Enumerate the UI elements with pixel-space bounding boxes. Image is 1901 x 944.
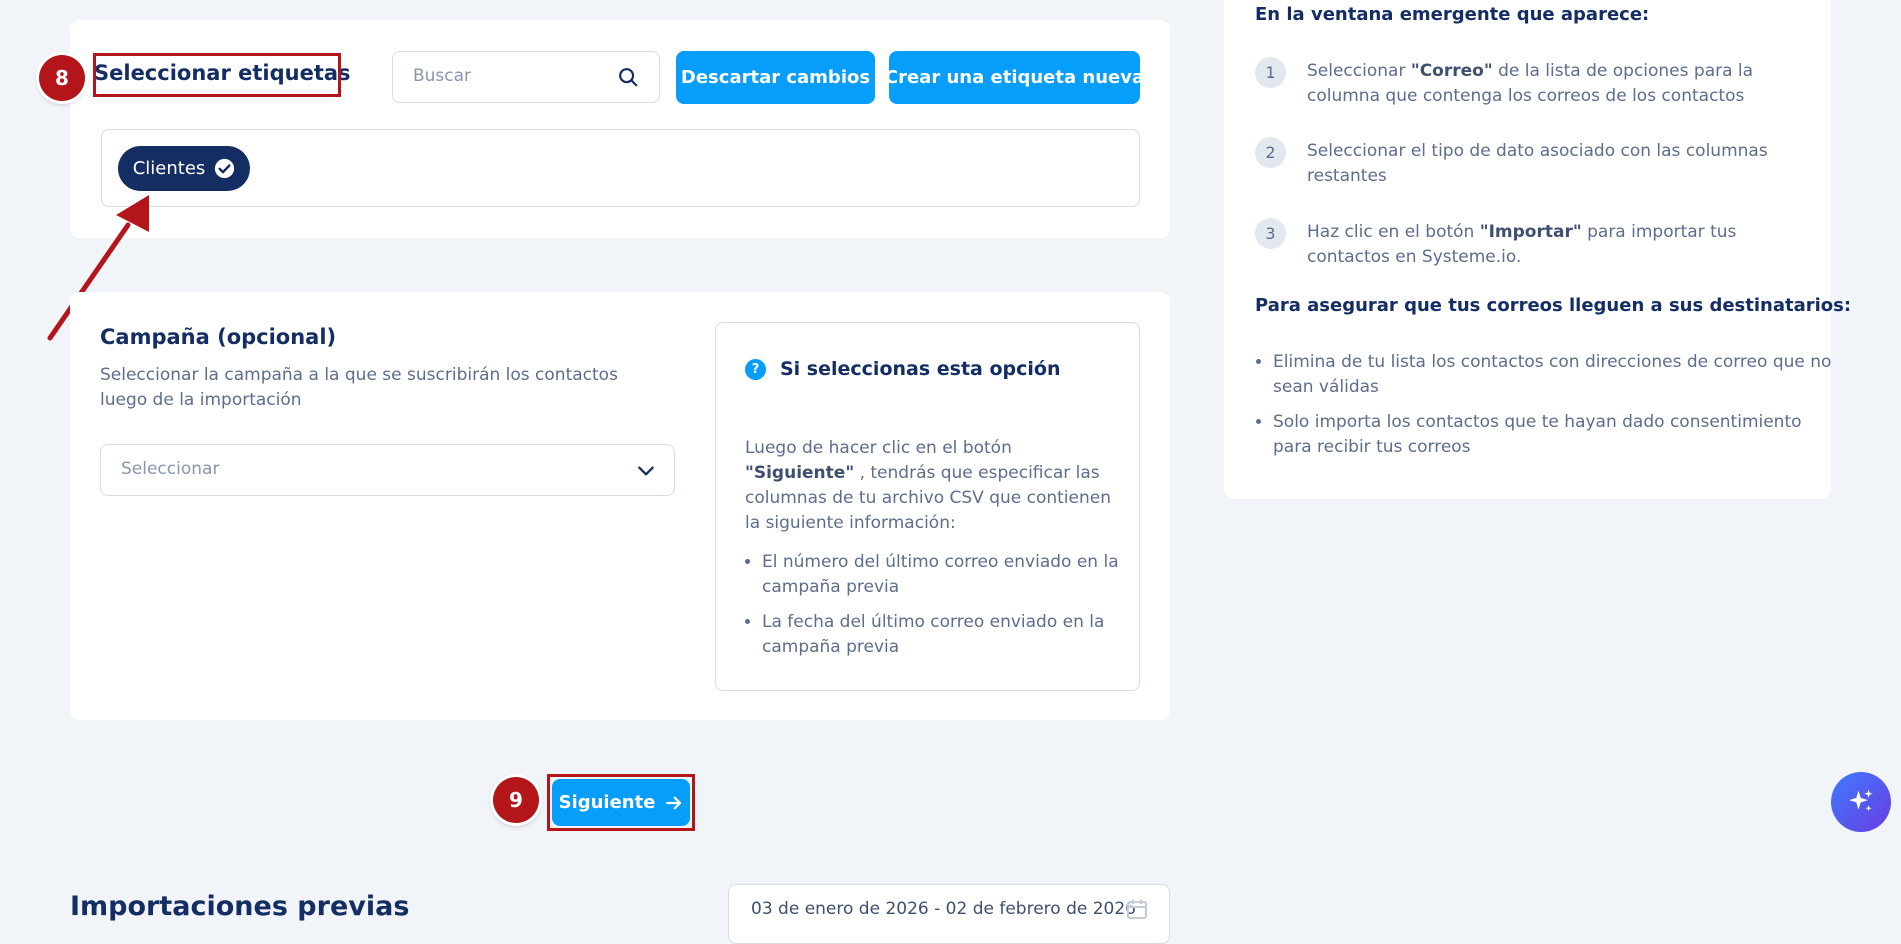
campaign-select[interactable]: Seleccionar bbox=[100, 444, 675, 496]
list-item: El número del último correo enviado en l… bbox=[762, 550, 1137, 600]
list-item: Elimina de tu lista los contactos con di… bbox=[1273, 350, 1833, 400]
step-text: Seleccionar el tipo de dato asociado con… bbox=[1307, 141, 1768, 186]
info-icon: ? bbox=[745, 359, 766, 380]
tag-search-input[interactable] bbox=[413, 66, 603, 86]
check-circle-icon bbox=[215, 158, 235, 179]
arrow-right-icon bbox=[666, 796, 682, 809]
list-item: La fecha del último correo enviado en la… bbox=[762, 610, 1137, 660]
selected-tags-box: Clientes bbox=[101, 129, 1140, 207]
date-range-value: 03 de enero de 2026 - 02 de febrero de 2… bbox=[751, 899, 1136, 919]
sparkles-icon bbox=[1849, 789, 1873, 812]
tag-chip-clientes[interactable]: Clientes bbox=[118, 146, 250, 191]
step-text: Haz clic en el botón "Importar" para imp… bbox=[1307, 222, 1737, 267]
tags-card: Seleccionar etiquetas Descartar cambios … bbox=[70, 20, 1170, 238]
list-item: Solo importa los contactos que te hayan … bbox=[1273, 410, 1833, 460]
deliverability-subtitle: Para asegurar que tus correos lleguen a … bbox=[1255, 295, 1852, 316]
campaign-title: Campaña (opcional) bbox=[100, 325, 337, 349]
tags-title-highlight bbox=[93, 53, 341, 97]
campaign-card: Campaña (opcional) Seleccionar la campañ… bbox=[70, 292, 1170, 720]
create-tag-button[interactable]: Crear una etiqueta nueva bbox=[885, 51, 1144, 104]
campaign-info-box: ? Si seleccionas esta opción Luego de ha… bbox=[715, 322, 1140, 691]
info-title: Si seleccionas esta opción bbox=[780, 358, 1061, 380]
step-number: 1 bbox=[1255, 57, 1286, 88]
info-list: El número del último correo enviado en l… bbox=[745, 550, 1137, 670]
discard-changes-button[interactable]: Descartar cambios bbox=[676, 51, 875, 104]
previous-imports-title: Importaciones previas bbox=[70, 891, 410, 922]
step-badge-9: 9 bbox=[493, 777, 539, 823]
info-text: Luego de hacer clic en el botón "Siguien… bbox=[745, 438, 1111, 533]
ai-assistant-button[interactable] bbox=[1831, 772, 1891, 832]
next-button[interactable]: Siguiente bbox=[552, 779, 690, 826]
step-text: Seleccionar "Correo" de la lista de opci… bbox=[1307, 61, 1754, 106]
import-instructions-card: En la ventana emergente que aparece: 1 S… bbox=[1224, 0, 1851, 499]
campaign-select-value: Seleccionar bbox=[121, 459, 220, 479]
chevron-down-icon[interactable] bbox=[636, 461, 656, 481]
search-icon[interactable] bbox=[617, 66, 639, 88]
step-number: 2 bbox=[1255, 137, 1286, 168]
tag-search-box[interactable] bbox=[392, 51, 660, 103]
campaign-description: Seleccionar la campaña a la que se suscr… bbox=[100, 365, 618, 410]
next-button-label: Siguiente bbox=[558, 792, 656, 813]
step-number: 3 bbox=[1255, 218, 1286, 249]
calendar-icon[interactable] bbox=[1125, 897, 1149, 921]
step-badge-8: 8 bbox=[39, 55, 85, 101]
instructions-title: En la ventana emergente que aparece: bbox=[1255, 4, 1650, 25]
deliverability-list: Elimina de tu lista los contactos con di… bbox=[1255, 350, 1833, 470]
date-range-picker[interactable]: 03 de enero de 2026 - 02 de febrero de 2… bbox=[728, 884, 1170, 944]
tag-chip-label: Clientes bbox=[132, 158, 206, 179]
